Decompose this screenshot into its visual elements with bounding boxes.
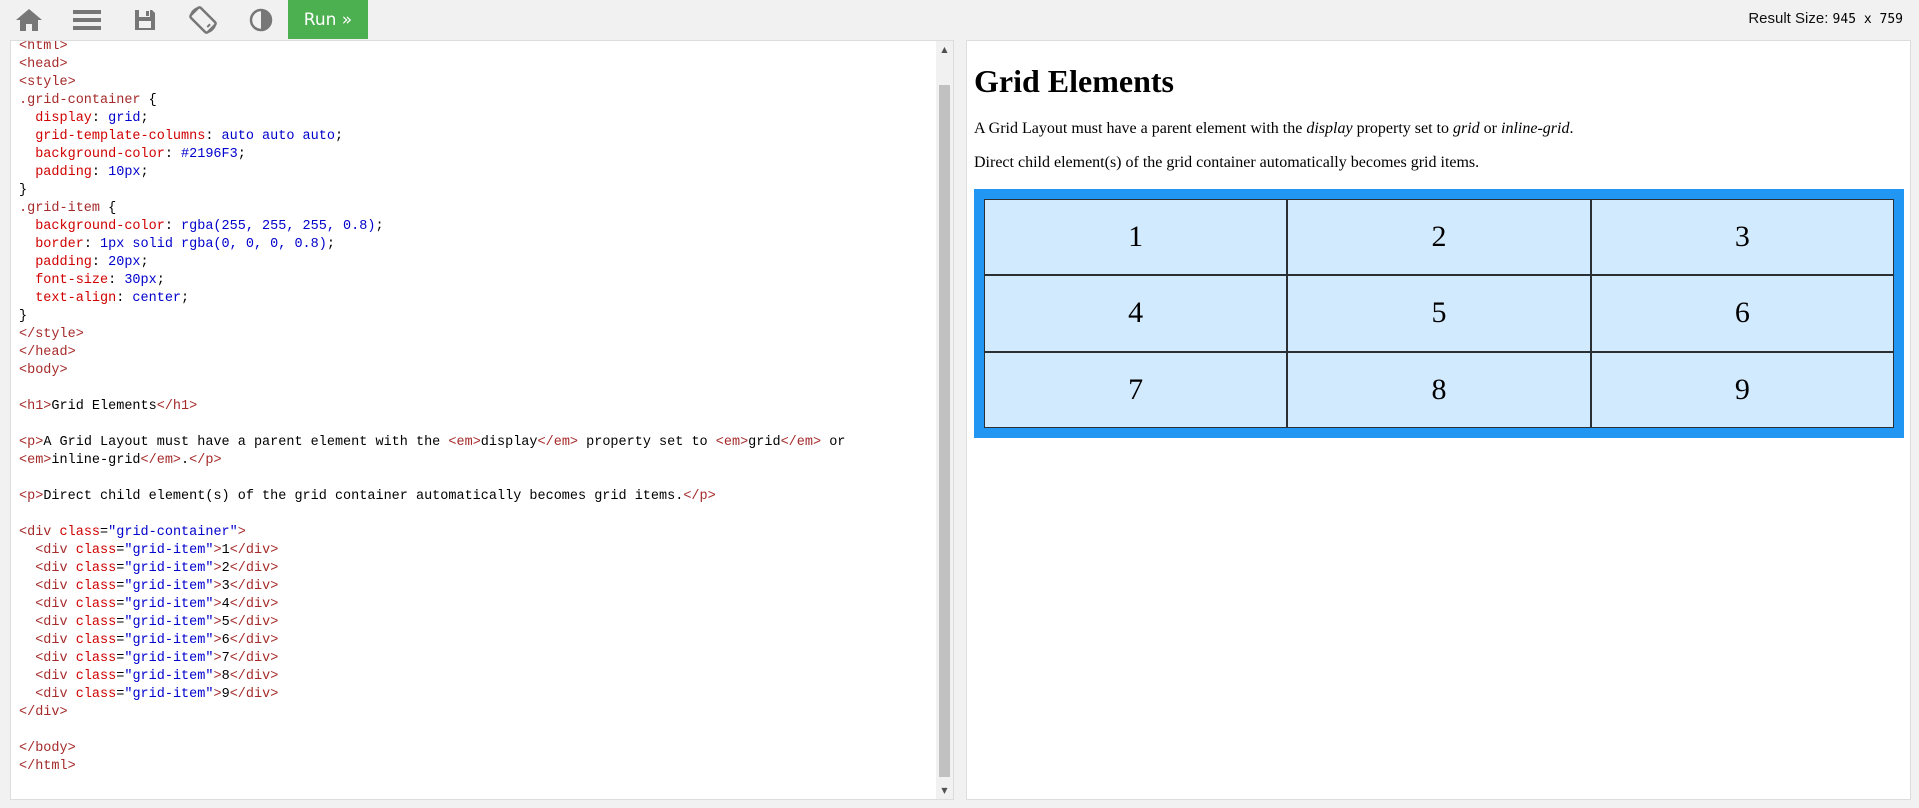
rotate-button[interactable] [174, 0, 232, 39]
save-button[interactable] [116, 0, 174, 39]
contrast-button[interactable] [232, 0, 290, 39]
grid-item: 2 [1287, 199, 1591, 276]
scroll-down-arrow-icon[interactable]: ▼ [936, 782, 953, 799]
rotate-icon [189, 5, 217, 34]
result-separator: x [1863, 12, 1872, 27]
grid-item: 5 [1287, 275, 1591, 352]
result-frame: Grid Elements A Grid Layout must have a … [966, 40, 1911, 800]
result-width: 945 [1832, 12, 1857, 27]
save-icon [135, 9, 155, 30]
grid-item: 8 [1287, 351, 1591, 428]
grid-container: 1 2 3 4 5 6 7 8 9 [974, 189, 1904, 438]
result-paragraph-2: Direct child element(s) of the grid cont… [974, 154, 1480, 171]
grid-item: 7 [984, 351, 1288, 428]
result-size-label: Result Size: [1748, 10, 1829, 27]
home-button[interactable] [0, 0, 58, 39]
toolbar: Run » Result Size: 945 x 759 [0, 0, 1919, 39]
scroll-thumb[interactable] [939, 85, 950, 777]
scroll-up-arrow-icon[interactable]: ▲ [936, 41, 953, 58]
run-button[interactable]: Run » [288, 0, 368, 39]
grid-item: 9 [1590, 351, 1894, 428]
grid-item: 4 [984, 275, 1288, 352]
grid-item: 1 [984, 199, 1288, 276]
result-size: Result Size: 945 x 759 [1748, 10, 1903, 27]
result-paragraph-1: A Grid Layout must have a parent element… [974, 120, 1574, 137]
menu-button[interactable] [58, 0, 116, 39]
code-scrollbar[interactable]: ▲ ▼ [936, 41, 953, 799]
code-editor[interactable]: <html> <head> <style> .grid-container { dis… [10, 40, 954, 800]
home-icon [16, 8, 42, 31]
contrast-icon [249, 8, 273, 31]
grid-item: 6 [1590, 275, 1894, 352]
code-text[interactable]: <html> <head> <style> .grid-container { dis… [19, 41, 845, 776]
result-height: 759 [1879, 12, 1903, 27]
menu-icon [73, 9, 101, 30]
result-heading: Grid Elements [974, 63, 1174, 99]
grid-item: 3 [1590, 199, 1894, 276]
